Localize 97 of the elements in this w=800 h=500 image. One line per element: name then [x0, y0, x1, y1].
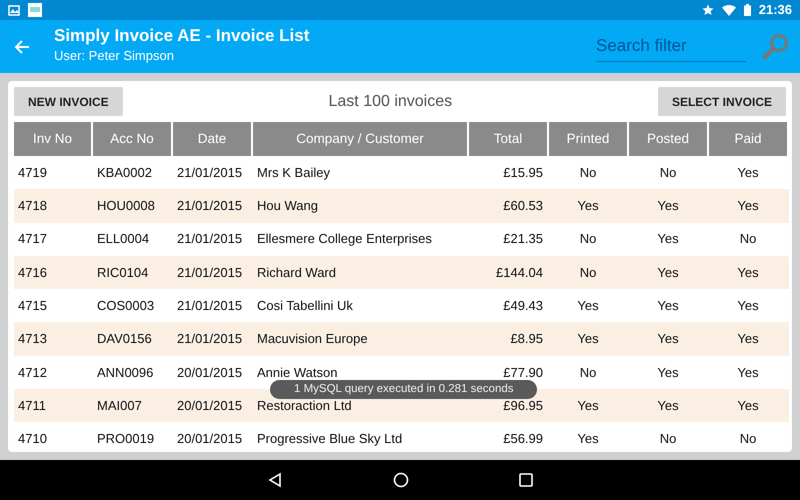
table-cell: 21/01/2015 [177, 231, 242, 246]
column-header: Date [173, 122, 253, 156]
table-cell: COS0003 [97, 298, 154, 314]
table-cell: 4718 [18, 198, 47, 214]
table-cell: Yes [657, 231, 679, 246]
table-cell: Yes [657, 264, 679, 280]
table-cell: Yes [737, 331, 759, 346]
wifi-icon [722, 4, 736, 16]
table-cell: KBA0002 [97, 164, 152, 180]
table-cell: 4711 [18, 398, 46, 413]
table-cell: Yes [657, 398, 679, 413]
table-cell: No [580, 231, 596, 246]
table-cell: PRO0019 [97, 431, 154, 446]
gallery-icon [8, 4, 20, 16]
table-cell: No [740, 231, 756, 246]
table-cell: £56.99 [503, 431, 543, 446]
table-cell: No [660, 164, 676, 180]
table-cell: RIC0104 [97, 264, 148, 280]
table-cell: No [580, 164, 596, 180]
table-cell: Yes [657, 331, 679, 346]
column-header: Inv No [14, 122, 93, 156]
recents-icon[interactable] [519, 473, 533, 487]
table-cell: Yes [737, 364, 759, 380]
toast-message: 1 MySQL query executed in 0.281 seconds [270, 380, 538, 399]
select-invoice-button[interactable]: SELECT INVOICE [658, 87, 786, 116]
column-header: Total [469, 122, 549, 156]
column-header: Company / Customer [253, 122, 469, 156]
table-cell: £77.90 [503, 364, 543, 380]
table-cell: Yes [737, 164, 759, 180]
search-field[interactable]: Search filter [596, 31, 746, 62]
table-cell: Yes [657, 298, 679, 314]
app-icon [28, 3, 42, 17]
table-cell: 4717 [18, 231, 47, 246]
battery-icon [744, 4, 751, 16]
table-cell: No [740, 431, 756, 446]
table-cell: 4719 [18, 164, 47, 180]
table-cell: 20/01/2015 [177, 431, 242, 446]
table-cell: Yes [737, 198, 759, 214]
table-cell: 20/01/2015 [177, 364, 242, 380]
table-cell: Richard Ward [257, 264, 336, 280]
table-cell: 21/01/2015 [177, 264, 242, 280]
table-cell: ANN0096 [97, 364, 154, 380]
table-cell: No [580, 364, 596, 380]
table-cell: No [580, 264, 596, 280]
table-cell: Ellesmere College Enterprises [257, 231, 432, 246]
table-cell: £60.53 [503, 198, 543, 214]
home-icon[interactable] [393, 472, 409, 488]
table-cell: 4710 [18, 431, 47, 446]
list-heading: Last 100 invoices [328, 92, 452, 112]
table-cell: Yes [657, 364, 679, 380]
table-cell: Yes [737, 298, 759, 314]
table-cell: Restoraction Ltd [257, 398, 352, 413]
table-cell: ELL0004 [97, 231, 150, 246]
table-cell: Yes [577, 298, 599, 314]
table-cell: £96.95 [503, 398, 543, 413]
table-cell: £8.95 [510, 331, 543, 346]
table-cell: 4712 [18, 364, 47, 380]
table-cell: 4713 [18, 331, 47, 346]
table-cell: £144.04 [496, 264, 543, 280]
table-cell: Yes [737, 264, 759, 280]
table-cell: Mrs K Bailey [257, 164, 330, 180]
back-arrow-icon[interactable] [14, 38, 30, 54]
table-cell: Cosi Tabellini Uk [257, 298, 353, 314]
table-cell: £21.35 [503, 231, 543, 246]
table-cell: Hou Wang [257, 198, 318, 214]
table-cell: 21/01/2015 [177, 164, 242, 180]
new-invoice-button[interactable]: NEW INVOICE [14, 87, 123, 116]
table-cell: Yes [577, 331, 599, 346]
star-icon [702, 4, 714, 16]
back-icon[interactable] [267, 472, 283, 488]
table-cell: MAI007 [97, 398, 142, 413]
table-cell: Annie Watson [257, 364, 338, 380]
table-cell: No [660, 431, 676, 446]
table-cell: HOU0008 [97, 198, 155, 214]
table-cell: Macuvision Europe [257, 331, 368, 346]
table-cell: Progressive Blue Sky Ltd [257, 431, 402, 446]
app-title: Simply Invoice AE - Invoice List [54, 27, 310, 46]
table-cell: 21/01/2015 [177, 298, 242, 314]
column-header: Acc No [93, 122, 173, 156]
column-header: Posted [629, 122, 709, 156]
table-cell: 4715 [18, 298, 47, 314]
user-name: User: Peter Simpson [54, 47, 175, 66]
table-cell: £49.43 [503, 298, 543, 314]
column-header: Printed [549, 122, 629, 156]
table-cell: Yes [737, 398, 759, 413]
table-cell: DAV0156 [97, 331, 152, 346]
table-cell: 21/01/2015 [177, 331, 242, 346]
table-cell: Yes [657, 198, 679, 214]
table-cell: 4716 [18, 264, 47, 280]
clock-time: 21:36 [758, 1, 792, 20]
table-cell: Yes [577, 431, 599, 446]
table-cell: Yes [577, 398, 599, 413]
column-header: Paid [709, 122, 789, 156]
table-cell: £15.95 [503, 164, 543, 180]
table-cell: 20/01/2015 [177, 398, 242, 413]
table-cell: Yes [577, 198, 599, 214]
table-cell: 21/01/2015 [177, 198, 242, 214]
